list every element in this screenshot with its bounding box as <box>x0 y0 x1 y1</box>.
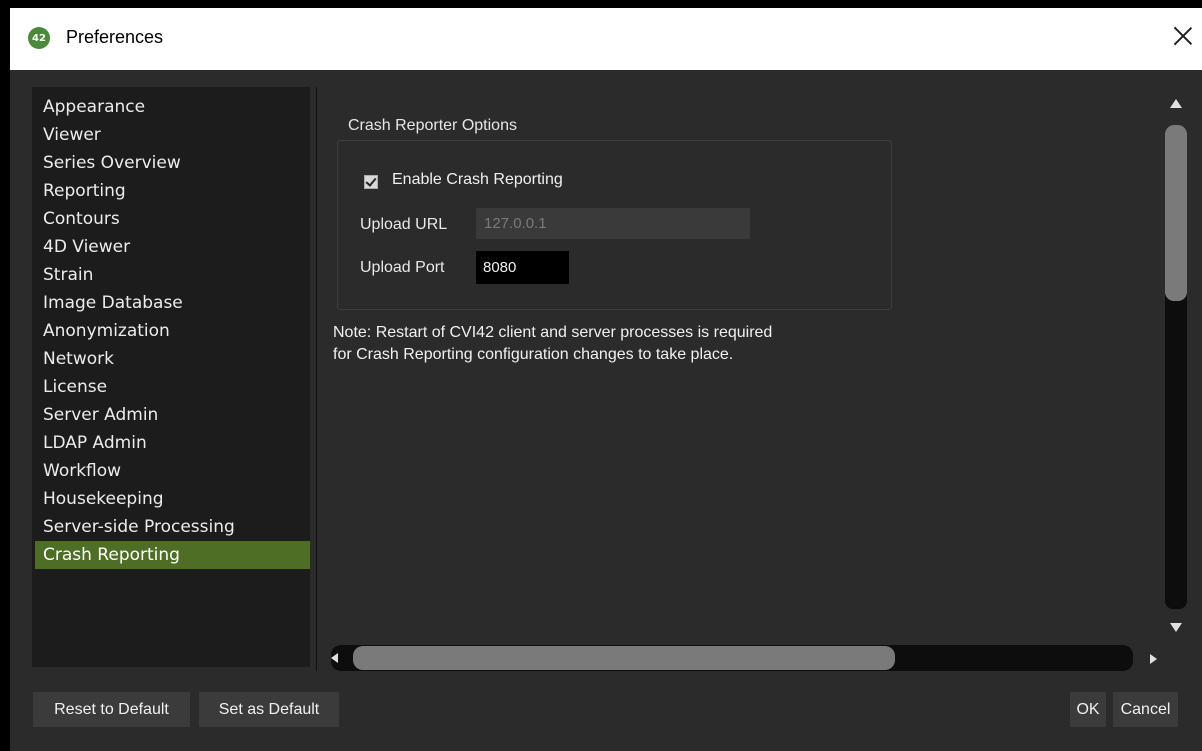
sidebar-item-viewer[interactable]: Viewer <box>35 121 310 149</box>
upload-url-label: Upload URL <box>360 216 448 233</box>
crash-reporting-panel: Crash Reporter Options Enable Crash Repo… <box>316 87 1197 671</box>
sidebar-item-series-overview[interactable]: Series Overview <box>35 149 310 177</box>
vertical-scroll-thumb[interactable] <box>1165 125 1187 301</box>
sidebar-item-reporting[interactable]: Reporting <box>35 177 310 205</box>
close-icon[interactable] <box>1168 22 1198 52</box>
sidebar-item-workflow[interactable]: Workflow <box>35 457 310 485</box>
scroll-down-icon[interactable] <box>1170 623 1182 632</box>
ok-button[interactable]: OK <box>1069 691 1107 728</box>
sidebar-item-ldap-admin[interactable]: LDAP Admin <box>35 429 310 457</box>
reset-to-default-button[interactable]: Reset to Default <box>32 691 191 728</box>
enable-crash-reporting-checkbox[interactable] <box>364 175 378 189</box>
cancel-button[interactable]: Cancel <box>1112 691 1179 728</box>
scroll-up-icon[interactable] <box>1170 99 1182 108</box>
sidebar-item-housekeeping[interactable]: Housekeeping <box>35 485 310 513</box>
crash-reporter-options-group: Enable Crash Reporting Upload URL Upload… <box>337 140 892 310</box>
sidebar-item-server-side-processing[interactable]: Server-side Processing <box>35 513 310 541</box>
sidebar-item-crash-reporting[interactable]: Crash Reporting <box>35 541 310 569</box>
note-line-1: Note: Restart of CVI42 client and server… <box>333 324 773 341</box>
sidebar-item-4d-viewer[interactable]: 4D Viewer <box>35 233 310 261</box>
scroll-right-icon[interactable] <box>1150 654 1157 664</box>
sidebar-item-appearance[interactable]: Appearance <box>35 93 310 121</box>
sidebar-item-network[interactable]: Network <box>35 345 310 373</box>
upload-url-field[interactable] <box>476 208 750 239</box>
window-title: Preferences <box>66 27 164 47</box>
group-title: Crash Reporter Options <box>348 117 517 134</box>
sidebar-item-strain[interactable]: Strain <box>35 261 310 289</box>
sidebar-item-contours[interactable]: Contours <box>35 205 310 233</box>
sidebar-item-server-admin[interactable]: Server Admin <box>35 401 310 429</box>
title-bar: 42 Preferences <box>10 8 1202 70</box>
set-as-default-button[interactable]: Set as Default <box>198 691 340 728</box>
note-line-2: for Crash Reporting configuration change… <box>333 346 734 363</box>
sidebar-item-license[interactable]: License <box>35 373 310 401</box>
sidebar-item-image-database[interactable]: Image Database <box>35 289 310 317</box>
sidebar-item-anonymization[interactable]: Anonymization <box>35 317 310 345</box>
restart-note: Note: Restart of CVI42 client and server… <box>333 322 933 366</box>
horizontal-scroll-thumb[interactable] <box>353 646 895 670</box>
scroll-left-icon[interactable] <box>331 653 338 663</box>
preferences-window: 42 Preferences Appearance Viewer Series … <box>10 8 1202 751</box>
preferences-sidebar: Appearance Viewer Series Overview Report… <box>32 87 310 667</box>
upload-port-label: Upload Port <box>360 259 445 276</box>
enable-crash-reporting-label[interactable]: Enable Crash Reporting <box>392 171 563 189</box>
upload-port-field[interactable] <box>476 251 569 284</box>
app-logo-icon: 42 <box>28 27 50 49</box>
